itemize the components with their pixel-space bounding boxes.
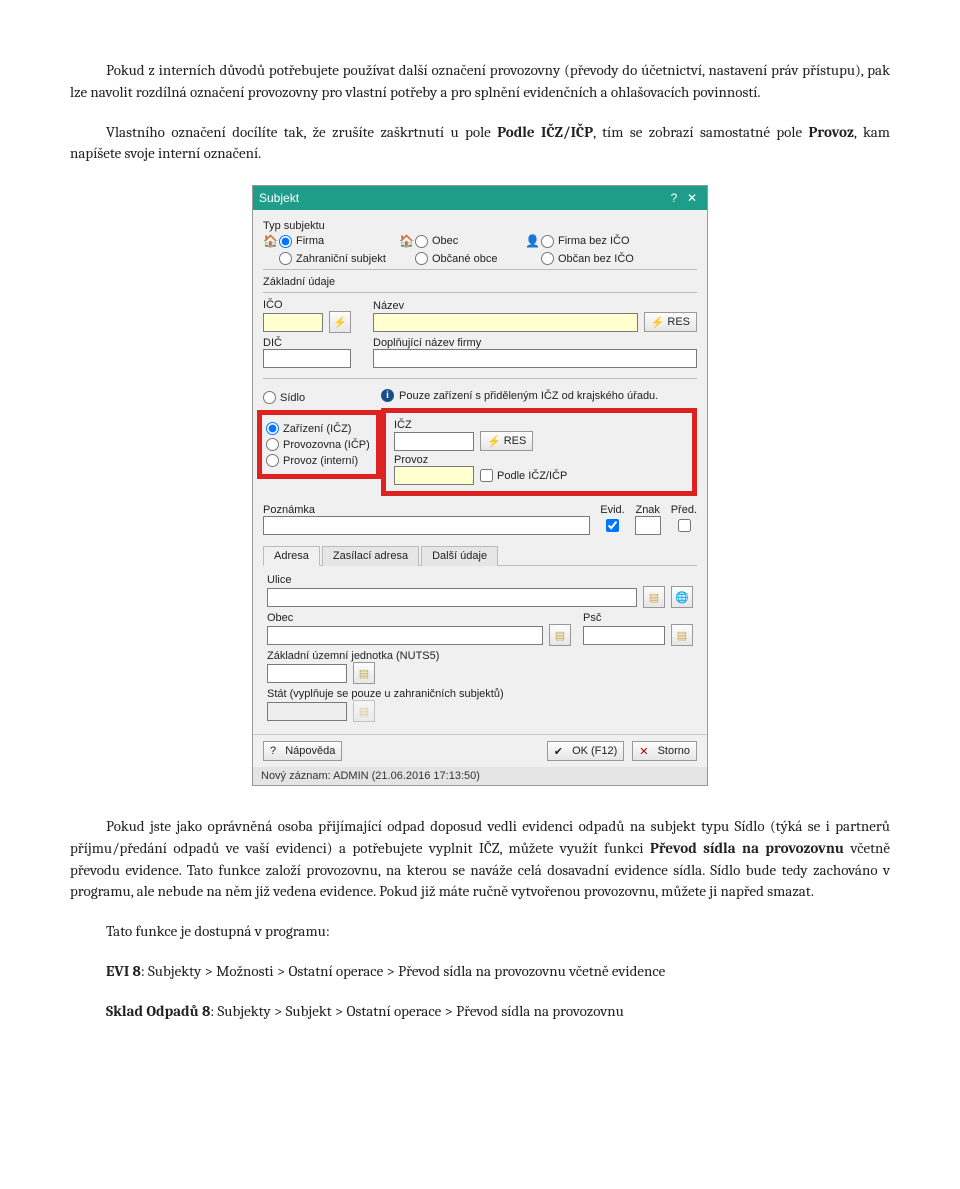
ulice-input[interactable] xyxy=(267,588,637,607)
radio-obec[interactable]: Obec xyxy=(415,235,525,248)
pred-checkbox[interactable] xyxy=(678,519,691,532)
ulice-lookup-button[interactable]: ▤ xyxy=(643,586,665,608)
nuts-input[interactable] xyxy=(267,664,347,683)
obec-lookup-button[interactable]: ▤ xyxy=(549,624,571,646)
sklad-line: Sklad Odpadů 8: Subjekty > Subjekt > Ost… xyxy=(70,1001,890,1023)
tab-adresa[interactable]: Adresa xyxy=(263,546,320,566)
paragraph-1: Pokud z interních důvodů potřebujete pou… xyxy=(70,60,890,104)
paragraph-2: Vlastního označení docílíte tak, že zruš… xyxy=(70,122,890,166)
typ-subjektu-group: 🏠 Firma 🏠 Obec 👤 Firma bez IČO Zahraničn… xyxy=(263,234,697,265)
psc-lookup-button[interactable]: ▤ xyxy=(671,624,693,646)
tab-dalsi[interactable]: Další údaje xyxy=(421,546,498,566)
evid-label: Evid. xyxy=(600,504,624,516)
pred-label: Před. xyxy=(671,504,697,516)
storno-button[interactable]: ✕ Storno xyxy=(632,741,697,761)
tabs: Adresa Zasílací adresa Další údaje xyxy=(263,545,697,566)
ico-input[interactable] xyxy=(263,313,323,332)
radio-zahranicni[interactable]: Zahraniční subjekt xyxy=(279,252,399,265)
radio-firma[interactable]: Firma xyxy=(279,235,399,248)
icz-res-button[interactable]: ⚡RES xyxy=(480,431,533,451)
poznamka-input[interactable] xyxy=(263,516,590,535)
poznamka-label: Poznámka xyxy=(263,504,590,516)
znak-label: Znak xyxy=(635,504,661,516)
dic-input[interactable] xyxy=(263,349,351,368)
icz-input[interactable] xyxy=(394,432,474,451)
typ-subjektu-label: Typ subjektu xyxy=(263,220,697,232)
close-icon[interactable]: ✕ xyxy=(683,191,701,205)
house-icon: 🏠 xyxy=(263,234,279,248)
status-bar: Nový záznam: ADMIN (21.06.2016 17:13:50) xyxy=(253,767,707,785)
radio-provoz-interni[interactable]: Provoz (interní) xyxy=(266,454,374,467)
nuts-label: Základní územní jednotka (NUTS5) xyxy=(267,650,693,662)
nuts-lookup-button[interactable]: ▤ xyxy=(353,662,375,684)
nazev-input[interactable] xyxy=(373,313,638,332)
globe-button[interactable]: 🌐 xyxy=(671,586,693,608)
radio-firma-bez-ico[interactable]: Firma bez IČO xyxy=(541,235,651,248)
dialog-title: Subjekt xyxy=(259,191,299,205)
house-icon: 🏠 xyxy=(399,234,415,248)
obec-label: Obec xyxy=(267,612,571,624)
psc-input[interactable] xyxy=(583,626,665,645)
ico-label: IČO xyxy=(263,299,353,311)
stat-input xyxy=(267,702,347,721)
res-button[interactable]: ⚡RES xyxy=(644,312,697,332)
dopl-label: Doplňující název firmy xyxy=(373,337,697,349)
ico-bolt-button[interactable]: ⚡ xyxy=(329,311,351,333)
evi8-line: EVI 8: Subjekty > Možnosti > Ostatní ope… xyxy=(70,961,890,983)
stat-lookup-button: ▤ xyxy=(353,700,375,722)
radio-zarizeni[interactable]: Zařízení (IČZ) xyxy=(266,422,374,435)
paragraph-4: Tato funkce je dostupná v programu: xyxy=(70,921,890,943)
info-text: Pouze zařízení s přiděleným IČZ od krajs… xyxy=(399,390,658,402)
znak-input[interactable] xyxy=(635,516,661,535)
ulice-label: Ulice xyxy=(267,574,693,586)
info-icon: i xyxy=(381,389,394,402)
radio-provozovna[interactable]: Provozovna (IČP) xyxy=(266,438,374,451)
radio-sidlo[interactable]: Sídlo xyxy=(263,391,381,404)
obec-input[interactable] xyxy=(267,626,543,645)
zakladni-udaje-label: Základní údaje xyxy=(263,276,697,288)
icz-label: IČZ xyxy=(394,419,684,431)
evid-checkbox[interactable] xyxy=(606,519,619,532)
paragraph-3: Pokud jste jako oprávněná osoba přijímaj… xyxy=(70,816,890,903)
radio-obcan-bez-ico[interactable]: Občan bez IČO xyxy=(541,252,651,265)
nazev-label: Název xyxy=(373,300,697,312)
stat-label: Stát (vyplňuje se pouze u zahraničních s… xyxy=(267,688,693,700)
provoz-label: Provoz xyxy=(394,454,684,466)
titlebar: Subjekt ? ✕ xyxy=(253,186,707,210)
napoveda-button[interactable]: ? Nápověda xyxy=(263,741,342,761)
checkbox-podle-icz-icp[interactable]: Podle IČZ/IČP xyxy=(480,469,567,482)
dopl-input[interactable] xyxy=(373,349,697,368)
psc-label: Psč xyxy=(583,612,693,624)
dic-label: DIČ xyxy=(263,337,353,349)
help-icon[interactable]: ? xyxy=(665,191,683,205)
person-icon: 👤 xyxy=(525,234,541,248)
ok-button[interactable]: ✔ OK (F12) xyxy=(547,741,625,761)
provoz-input[interactable] xyxy=(394,466,474,485)
dialog-footer: ? Nápověda ✔ OK (F12) ✕ Storno xyxy=(253,734,707,767)
radio-obcane[interactable]: Občané obce xyxy=(415,252,525,265)
dialog-subjekt: Subjekt ? ✕ Typ subjektu 🏠 Firma 🏠 Obec … xyxy=(252,185,708,786)
tab-zasilaci[interactable]: Zasílací adresa xyxy=(322,546,419,566)
